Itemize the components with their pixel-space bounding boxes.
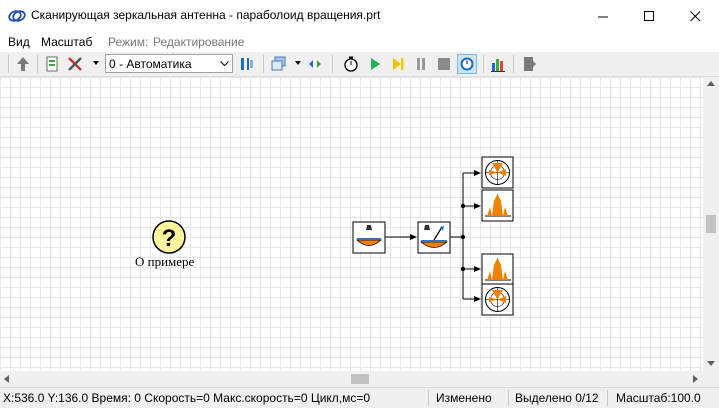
- scroll-left-icon[interactable]: [4, 375, 9, 383]
- toolbar-separator: [263, 55, 264, 73]
- status-divider: [607, 390, 608, 406]
- svg-text:?: ?: [162, 225, 177, 252]
- scrollbar-corner: [703, 371, 719, 387]
- vertical-scrollbar[interactable]: [703, 77, 719, 371]
- toolbar-separator: [37, 55, 38, 73]
- tools-icon[interactable]: [66, 55, 84, 73]
- status-bar: X:536.0 Y:136.0 Время: 0 Скорость=0 Макс…: [0, 387, 719, 408]
- mode-label: Режим:: [108, 35, 149, 49]
- toolbar-separator: [8, 55, 9, 73]
- help-question-icon[interactable]: ?: [152, 220, 186, 254]
- horizontal-scrollbar[interactable]: [0, 371, 703, 387]
- menu-bar: Вид Масштаб Режим: Редактирование: [0, 32, 719, 52]
- vertical-scroll-thumb[interactable]: [706, 215, 716, 233]
- window-title: Сканирующая зеркальная антенна - парабол…: [31, 8, 381, 22]
- toolbar-separator: [332, 55, 333, 73]
- status-coords: X:536.0 Y:136.0 Время: 0 Скорость=0 Макс…: [3, 391, 371, 405]
- radar-display-icon[interactable]: [481, 283, 514, 316]
- source-block-icon[interactable]: [352, 221, 386, 254]
- step-icon[interactable]: [389, 55, 407, 73]
- play-icon[interactable]: [366, 55, 384, 73]
- scroll-down-icon[interactable]: [707, 361, 715, 366]
- toolbar: 0 - Автоматика: [0, 52, 719, 77]
- mode-select-value: 0 - Автоматика: [109, 57, 192, 71]
- columns-icon[interactable]: [238, 55, 256, 73]
- close-button[interactable]: [672, 0, 718, 32]
- pattern-display-icon[interactable]: [481, 189, 514, 222]
- link-icon[interactable]: [306, 55, 324, 73]
- minimize-icon: [597, 16, 608, 17]
- help-label[interactable]: О примере: [135, 254, 194, 270]
- chevron-down-icon[interactable]: [217, 56, 231, 71]
- status-divider: [508, 390, 509, 406]
- bar-chart-icon[interactable]: [489, 55, 507, 73]
- status-divider: [428, 390, 429, 406]
- tools-dropdown-arrow-icon[interactable]: [93, 61, 99, 65]
- pattern-display-icon[interactable]: [481, 253, 514, 286]
- toolbar-separator: [513, 55, 514, 73]
- status-selected: Выделено 0/12: [515, 391, 599, 405]
- script-icon[interactable]: [43, 55, 61, 73]
- menu-view[interactable]: Вид: [8, 35, 30, 49]
- up-arrow-icon[interactable]: [14, 55, 32, 73]
- mode-select[interactable]: 0 - Автоматика: [105, 54, 233, 73]
- radar-display-icon[interactable]: [481, 156, 514, 189]
- maximize-icon: [643, 10, 654, 21]
- stopwatch-icon[interactable]: [342, 55, 360, 73]
- export-icon[interactable]: [520, 55, 538, 73]
- app-logo-icon: [8, 10, 26, 22]
- minimize-button[interactable]: [580, 0, 626, 32]
- antenna-block-icon[interactable]: [417, 221, 451, 254]
- title-bar: Сканирующая зеркальная антенна - парабол…: [0, 0, 719, 32]
- close-icon: [689, 10, 700, 21]
- scroll-right-icon[interactable]: [693, 375, 698, 383]
- scroll-up-icon[interactable]: [707, 81, 715, 86]
- stop-icon[interactable]: [435, 55, 453, 73]
- diagram-layer: ?: [152, 156, 514, 316]
- status-changed: Изменено: [436, 391, 492, 405]
- windows-dropdown-arrow-icon[interactable]: [295, 61, 301, 65]
- status-scale: Масштаб:100.0: [616, 391, 701, 405]
- maximize-button[interactable]: [626, 0, 672, 32]
- toolbar-separator: [483, 55, 484, 73]
- clock-icon[interactable]: [457, 54, 477, 74]
- menu-scale[interactable]: Масштаб: [41, 35, 92, 49]
- diagram-canvas[interactable]: ? О примере: [0, 77, 703, 371]
- windows-icon[interactable]: [270, 55, 288, 73]
- pause-icon[interactable]: [412, 55, 430, 73]
- mode-value: Редактирование: [153, 35, 245, 49]
- horizontal-scroll-thumb[interactable]: [351, 374, 369, 384]
